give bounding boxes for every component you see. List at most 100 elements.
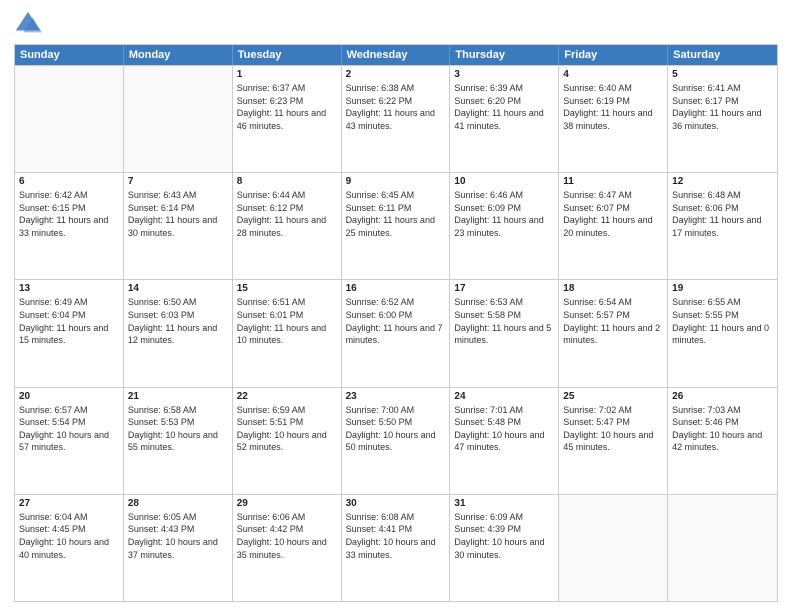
cal-cell: 8Sunrise: 6:44 AMSunset: 6:12 PMDaylight… <box>233 173 342 279</box>
day-number: 17 <box>454 283 554 294</box>
cal-cell: 7Sunrise: 6:43 AMSunset: 6:14 PMDaylight… <box>124 173 233 279</box>
sunrise-text: Sunrise: 6:38 AM <box>346 82 446 95</box>
sunrise-text: Sunrise: 6:54 AM <box>563 296 663 309</box>
sunrise-text: Sunrise: 6:05 AM <box>128 511 228 524</box>
daylight-text: Daylight: 11 hours and 41 minutes. <box>454 107 554 132</box>
sunrise-text: Sunrise: 6:04 AM <box>19 511 119 524</box>
day-number: 28 <box>128 498 228 509</box>
sunset-text: Sunset: 6:20 PM <box>454 95 554 108</box>
day-number: 6 <box>19 176 119 187</box>
day-number: 14 <box>128 283 228 294</box>
sunset-text: Sunset: 5:48 PM <box>454 416 554 429</box>
sunrise-text: Sunrise: 6:08 AM <box>346 511 446 524</box>
sunrise-text: Sunrise: 7:03 AM <box>672 404 773 417</box>
day-number: 15 <box>237 283 337 294</box>
sunrise-text: Sunrise: 6:50 AM <box>128 296 228 309</box>
weekday-header-monday: Monday <box>124 45 233 65</box>
daylight-text: Daylight: 11 hours and 5 minutes. <box>454 322 554 347</box>
daylight-text: Daylight: 11 hours and 17 minutes. <box>672 214 773 239</box>
sunset-text: Sunset: 4:45 PM <box>19 523 119 536</box>
cal-cell <box>124 66 233 172</box>
daylight-text: Daylight: 11 hours and 25 minutes. <box>346 214 446 239</box>
sunset-text: Sunset: 5:50 PM <box>346 416 446 429</box>
daylight-text: Daylight: 10 hours and 40 minutes. <box>19 536 119 561</box>
cal-cell: 24Sunrise: 7:01 AMSunset: 5:48 PMDayligh… <box>450 388 559 494</box>
daylight-text: Daylight: 10 hours and 55 minutes. <box>128 429 228 454</box>
daylight-text: Daylight: 11 hours and 46 minutes. <box>237 107 337 132</box>
cal-cell: 29Sunrise: 6:06 AMSunset: 4:42 PMDayligh… <box>233 495 342 601</box>
sunrise-text: Sunrise: 6:40 AM <box>563 82 663 95</box>
cal-row-2: 13Sunrise: 6:49 AMSunset: 6:04 PMDayligh… <box>15 279 777 386</box>
sunrise-text: Sunrise: 6:46 AM <box>454 189 554 202</box>
sunrise-text: Sunrise: 6:53 AM <box>454 296 554 309</box>
daylight-text: Daylight: 10 hours and 30 minutes. <box>454 536 554 561</box>
cal-cell: 4Sunrise: 6:40 AMSunset: 6:19 PMDaylight… <box>559 66 668 172</box>
day-number: 18 <box>563 283 663 294</box>
day-number: 3 <box>454 69 554 80</box>
logo-icon <box>14 10 42 38</box>
daylight-text: Daylight: 10 hours and 37 minutes. <box>128 536 228 561</box>
cal-row-1: 6Sunrise: 6:42 AMSunset: 6:15 PMDaylight… <box>15 172 777 279</box>
cal-cell <box>559 495 668 601</box>
day-number: 30 <box>346 498 446 509</box>
day-number: 23 <box>346 391 446 402</box>
sunrise-text: Sunrise: 6:52 AM <box>346 296 446 309</box>
day-number: 5 <box>672 69 773 80</box>
cal-cell: 19Sunrise: 6:55 AMSunset: 5:55 PMDayligh… <box>668 280 777 386</box>
cal-cell: 23Sunrise: 7:00 AMSunset: 5:50 PMDayligh… <box>342 388 451 494</box>
day-number: 21 <box>128 391 228 402</box>
sunrise-text: Sunrise: 6:42 AM <box>19 189 119 202</box>
day-number: 29 <box>237 498 337 509</box>
daylight-text: Daylight: 10 hours and 33 minutes. <box>346 536 446 561</box>
day-number: 9 <box>346 176 446 187</box>
cal-cell: 27Sunrise: 6:04 AMSunset: 4:45 PMDayligh… <box>15 495 124 601</box>
page: SundayMondayTuesdayWednesdayThursdayFrid… <box>0 0 792 612</box>
sunrise-text: Sunrise: 6:55 AM <box>672 296 773 309</box>
daylight-text: Daylight: 10 hours and 52 minutes. <box>237 429 337 454</box>
day-number: 25 <box>563 391 663 402</box>
cal-row-4: 27Sunrise: 6:04 AMSunset: 4:45 PMDayligh… <box>15 494 777 601</box>
header <box>14 10 778 38</box>
sunset-text: Sunset: 5:53 PM <box>128 416 228 429</box>
cal-cell: 31Sunrise: 6:09 AMSunset: 4:39 PMDayligh… <box>450 495 559 601</box>
sunset-text: Sunset: 6:07 PM <box>563 202 663 215</box>
cal-cell: 10Sunrise: 6:46 AMSunset: 6:09 PMDayligh… <box>450 173 559 279</box>
cal-cell <box>15 66 124 172</box>
cal-cell: 11Sunrise: 6:47 AMSunset: 6:07 PMDayligh… <box>559 173 668 279</box>
weekday-header-sunday: Sunday <box>15 45 124 65</box>
sunrise-text: Sunrise: 6:48 AM <box>672 189 773 202</box>
sunset-text: Sunset: 6:14 PM <box>128 202 228 215</box>
sunrise-text: Sunrise: 6:58 AM <box>128 404 228 417</box>
daylight-text: Daylight: 10 hours and 57 minutes. <box>19 429 119 454</box>
cal-cell: 16Sunrise: 6:52 AMSunset: 6:00 PMDayligh… <box>342 280 451 386</box>
sunset-text: Sunset: 6:00 PM <box>346 309 446 322</box>
sunrise-text: Sunrise: 6:59 AM <box>237 404 337 417</box>
day-number: 13 <box>19 283 119 294</box>
cal-cell: 1Sunrise: 6:37 AMSunset: 6:23 PMDaylight… <box>233 66 342 172</box>
sunset-text: Sunset: 5:57 PM <box>563 309 663 322</box>
cal-cell: 12Sunrise: 6:48 AMSunset: 6:06 PMDayligh… <box>668 173 777 279</box>
sunset-text: Sunset: 5:47 PM <box>563 416 663 429</box>
cal-cell: 13Sunrise: 6:49 AMSunset: 6:04 PMDayligh… <box>15 280 124 386</box>
daylight-text: Daylight: 11 hours and 28 minutes. <box>237 214 337 239</box>
sunset-text: Sunset: 6:06 PM <box>672 202 773 215</box>
day-number: 8 <box>237 176 337 187</box>
cal-cell: 9Sunrise: 6:45 AMSunset: 6:11 PMDaylight… <box>342 173 451 279</box>
day-number: 24 <box>454 391 554 402</box>
sunrise-text: Sunrise: 6:57 AM <box>19 404 119 417</box>
daylight-text: Daylight: 10 hours and 50 minutes. <box>346 429 446 454</box>
cal-cell <box>668 495 777 601</box>
daylight-text: Daylight: 10 hours and 47 minutes. <box>454 429 554 454</box>
cal-cell: 2Sunrise: 6:38 AMSunset: 6:22 PMDaylight… <box>342 66 451 172</box>
sunset-text: Sunset: 6:01 PM <box>237 309 337 322</box>
sunset-text: Sunset: 6:03 PM <box>128 309 228 322</box>
sunrise-text: Sunrise: 7:02 AM <box>563 404 663 417</box>
daylight-text: Daylight: 11 hours and 2 minutes. <box>563 322 663 347</box>
day-number: 4 <box>563 69 663 80</box>
weekday-header-friday: Friday <box>559 45 668 65</box>
daylight-text: Daylight: 11 hours and 30 minutes. <box>128 214 228 239</box>
daylight-text: Daylight: 10 hours and 42 minutes. <box>672 429 773 454</box>
daylight-text: Daylight: 11 hours and 36 minutes. <box>672 107 773 132</box>
logo <box>14 10 46 38</box>
sunset-text: Sunset: 6:12 PM <box>237 202 337 215</box>
